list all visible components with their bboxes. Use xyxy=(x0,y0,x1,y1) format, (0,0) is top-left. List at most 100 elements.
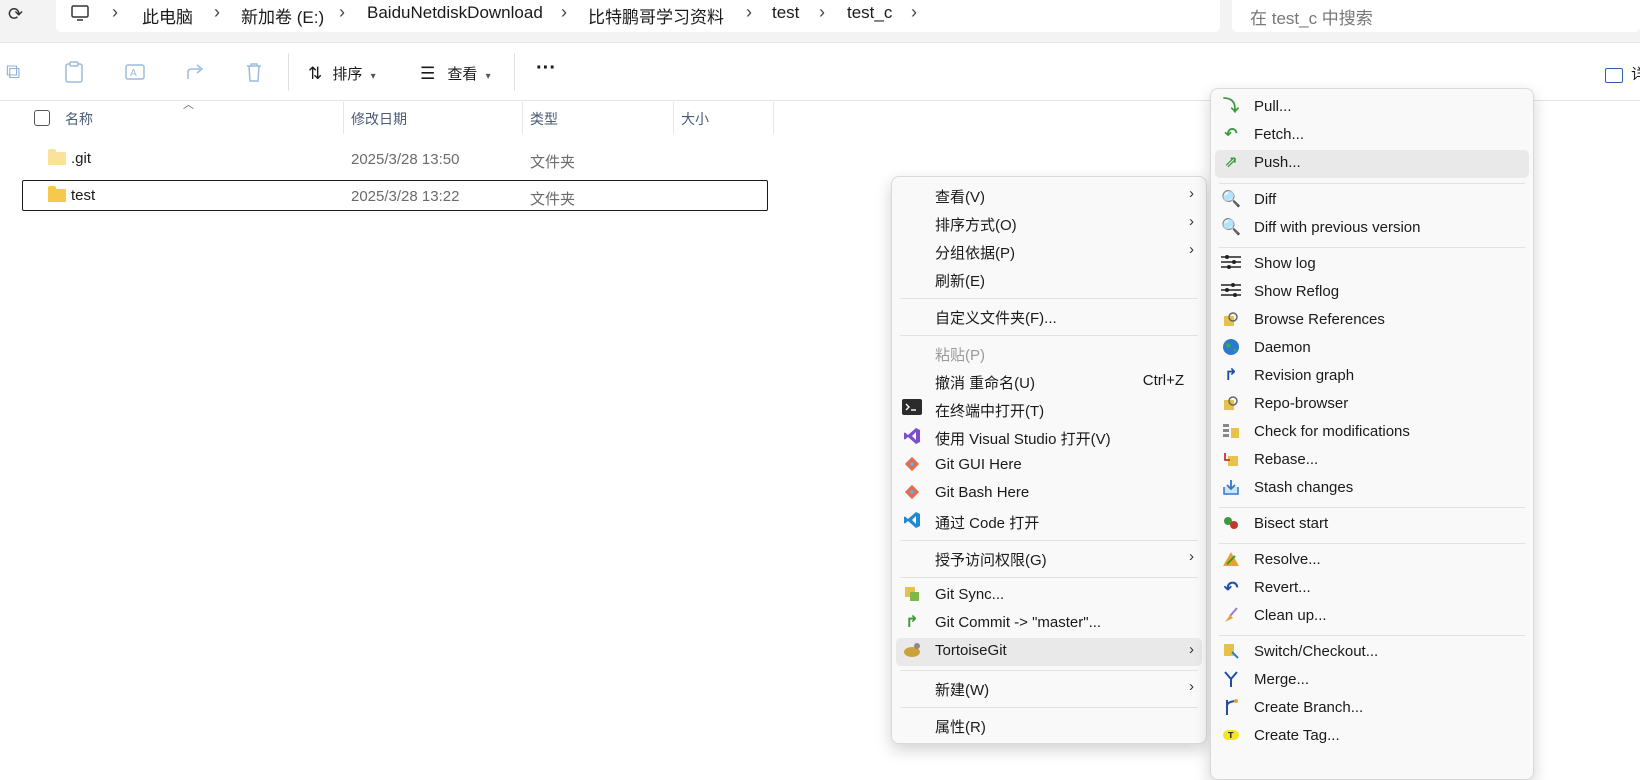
breadcrumb-study-materials[interactable]: 比特鹏哥学习资料 xyxy=(588,3,724,28)
menu-item-paste[interactable]: 粘贴(P) xyxy=(892,340,1206,368)
menu-item-stash-changes[interactable]: Stash changes xyxy=(1211,475,1533,503)
breadcrumb[interactable]: › 此电脑 › 新加卷 (E:) › BaiduNetdiskDownload … xyxy=(56,0,1220,32)
menu-item-label: Daemon xyxy=(1254,339,1311,356)
breadcrumb-this-pc[interactable]: 此电脑 xyxy=(142,3,193,28)
breadcrumb-separator[interactable]: › xyxy=(746,2,752,23)
menu-item-properties[interactable]: 属性(R) xyxy=(892,712,1206,740)
menu-item-label: Merge... xyxy=(1254,671,1310,688)
push-icon: ⇗ xyxy=(1224,154,1238,171)
menu-item-bisect-start[interactable]: Bisect start xyxy=(1211,511,1533,539)
sort-button[interactable]: ⇅ 排序 ▾ xyxy=(308,63,376,84)
references-icon xyxy=(1221,310,1241,330)
column-header-date[interactable]: 修改日期 xyxy=(351,109,407,129)
menu-item-refresh[interactable]: 刷新(E) xyxy=(892,266,1206,294)
copy-icon[interactable]: ⧉ xyxy=(6,61,20,84)
menu-item-view[interactable]: 查看(V) › xyxy=(892,182,1206,210)
menu-item-label: 新建(W) xyxy=(935,682,990,699)
menu-item-repo-browser[interactable]: Repo-browser xyxy=(1211,391,1533,419)
chevron-right-icon: › xyxy=(1189,213,1194,230)
details-pane-button[interactable]: 详 xyxy=(1605,63,1640,84)
table-row[interactable]: test 2025/3/28 13:22 文件夹 xyxy=(22,180,768,211)
fetch-icon: ↶ xyxy=(1224,126,1238,143)
select-all-checkbox[interactable] xyxy=(34,110,50,126)
breadcrumb-separator[interactable]: › xyxy=(214,2,220,23)
table-row[interactable]: .git 2025/3/28 13:50 文件夹 xyxy=(22,143,768,175)
git-sync-icon xyxy=(902,585,922,605)
menu-item-tortoisegit[interactable]: TortoiseGit › xyxy=(896,638,1202,666)
column-divider[interactable] xyxy=(673,102,674,134)
menu-item-push[interactable]: ⇗ Push... xyxy=(1215,150,1529,178)
menu-item-group-by[interactable]: 分组依据(P) › xyxy=(892,238,1206,266)
column-header-type[interactable]: 类型 xyxy=(530,109,558,129)
share-icon[interactable] xyxy=(184,61,206,89)
search-input[interactable]: 在 test_c 中搜索 xyxy=(1232,0,1640,32)
menu-item-diff-previous[interactable]: 🔍 Diff with previous version xyxy=(1211,215,1533,243)
menu-item-label: 在终端中打开(T) xyxy=(935,403,1045,420)
git-commit-icon: ↱ xyxy=(905,614,919,631)
column-header-size[interactable]: 大小 xyxy=(681,109,709,129)
menu-item-fetch[interactable]: ↶ Fetch... xyxy=(1211,122,1533,150)
paste-icon[interactable] xyxy=(64,61,84,89)
menu-item-clean-up[interactable]: Clean up... xyxy=(1211,603,1533,631)
menu-item-switch-checkout[interactable]: Switch/Checkout... xyxy=(1211,639,1533,667)
menu-item-pull[interactable]: ⤵ Pull... xyxy=(1211,94,1533,122)
breadcrumb-drive-e[interactable]: 新加卷 (E:) xyxy=(241,3,324,28)
menu-item-label: Show log xyxy=(1254,255,1316,272)
menu-item-git-sync[interactable]: Git Sync... xyxy=(892,582,1206,610)
menu-item-resolve[interactable]: Resolve... xyxy=(1211,547,1533,575)
menu-item-diff[interactable]: 🔍 Diff xyxy=(1211,187,1533,215)
breadcrumb-test[interactable]: test xyxy=(772,3,799,23)
menu-item-show-log[interactable]: Show log xyxy=(1211,251,1533,279)
menu-item-revision-graph[interactable]: ↱ Revision graph xyxy=(1211,363,1533,391)
menu-item-grant-access[interactable]: 授予访问权限(G) › xyxy=(892,545,1206,573)
breadcrumb-baidu[interactable]: BaiduNetdiskDownload xyxy=(367,3,543,23)
tortoisegit-icon xyxy=(902,641,922,661)
switch-icon xyxy=(1221,642,1241,662)
breadcrumb-test-c[interactable]: test_c xyxy=(847,3,892,23)
menu-item-sort-by[interactable]: 排序方式(O) › xyxy=(892,210,1206,238)
menu-item-open-terminal[interactable]: 在终端中打开(T) xyxy=(892,396,1206,424)
menu-item-label: Check for modifications xyxy=(1254,423,1410,440)
menu-item-label: 查看(V) xyxy=(935,189,985,206)
menu-item-new[interactable]: 新建(W) › xyxy=(892,675,1206,703)
menu-item-customize-folder[interactable]: 自定义文件夹(F)... xyxy=(892,303,1206,331)
breadcrumb-separator[interactable]: › xyxy=(911,2,917,23)
menu-item-merge[interactable]: Merge... xyxy=(1211,667,1533,695)
menu-item-git-bash[interactable]: Git Bash Here xyxy=(892,480,1206,508)
svg-text:A: A xyxy=(130,68,137,79)
menu-item-undo-rename[interactable]: 撤消 重命名(U) Ctrl+Z xyxy=(892,368,1206,396)
menu-item-check-modifications[interactable]: Check for modifications xyxy=(1211,419,1533,447)
menu-item-label: Rebase... xyxy=(1254,451,1319,468)
check-modifications-icon xyxy=(1221,422,1241,442)
view-button[interactable]: ☰ 查看 ▾ xyxy=(420,63,491,84)
column-divider[interactable] xyxy=(773,102,774,134)
menu-separator xyxy=(1219,635,1525,636)
menu-item-revert[interactable]: ↶ Revert... xyxy=(1211,575,1533,603)
menu-item-daemon[interactable]: Daemon xyxy=(1211,335,1533,363)
breadcrumb-separator[interactable]: › xyxy=(339,2,345,23)
menu-item-git-gui[interactable]: Git GUI Here xyxy=(892,452,1206,480)
menu-item-create-branch[interactable]: Create Branch... xyxy=(1211,695,1533,723)
breadcrumb-separator[interactable]: › xyxy=(112,2,118,23)
more-options-button[interactable]: ··· xyxy=(536,57,556,80)
menu-item-open-visual-studio[interactable]: 使用 Visual Studio 打开(V) xyxy=(892,424,1206,452)
chevron-down-icon: ▾ xyxy=(485,71,491,82)
refresh-icon[interactable]: ⟳ xyxy=(8,4,23,25)
address-bar-area: ⟳ › 此电脑 › 新加卷 (E:) › BaiduNetdiskDownloa… xyxy=(0,0,1640,43)
menu-item-rebase[interactable]: Rebase... xyxy=(1211,447,1533,475)
column-divider[interactable] xyxy=(522,102,523,134)
this-pc-icon[interactable] xyxy=(70,3,90,28)
menu-item-git-commit[interactable]: ↱ Git Commit -> "master"... xyxy=(892,610,1206,638)
delete-icon[interactable] xyxy=(244,61,264,89)
menu-item-show-reflog[interactable]: Show Reflog xyxy=(1211,279,1533,307)
menu-item-create-tag[interactable]: T Create Tag... xyxy=(1211,723,1533,751)
menu-item-open-code[interactable]: 通过 Code 打开 xyxy=(892,508,1206,536)
rename-icon[interactable]: A xyxy=(124,61,146,89)
column-header-name[interactable]: 名称 xyxy=(65,109,93,129)
breadcrumb-separator[interactable]: › xyxy=(561,2,567,23)
menu-item-label: Create Tag... xyxy=(1254,727,1340,744)
menu-item-browse-references[interactable]: Browse References xyxy=(1211,307,1533,335)
breadcrumb-separator[interactable]: › xyxy=(819,2,825,23)
bisect-icon xyxy=(1221,514,1241,534)
column-divider[interactable] xyxy=(343,102,344,134)
